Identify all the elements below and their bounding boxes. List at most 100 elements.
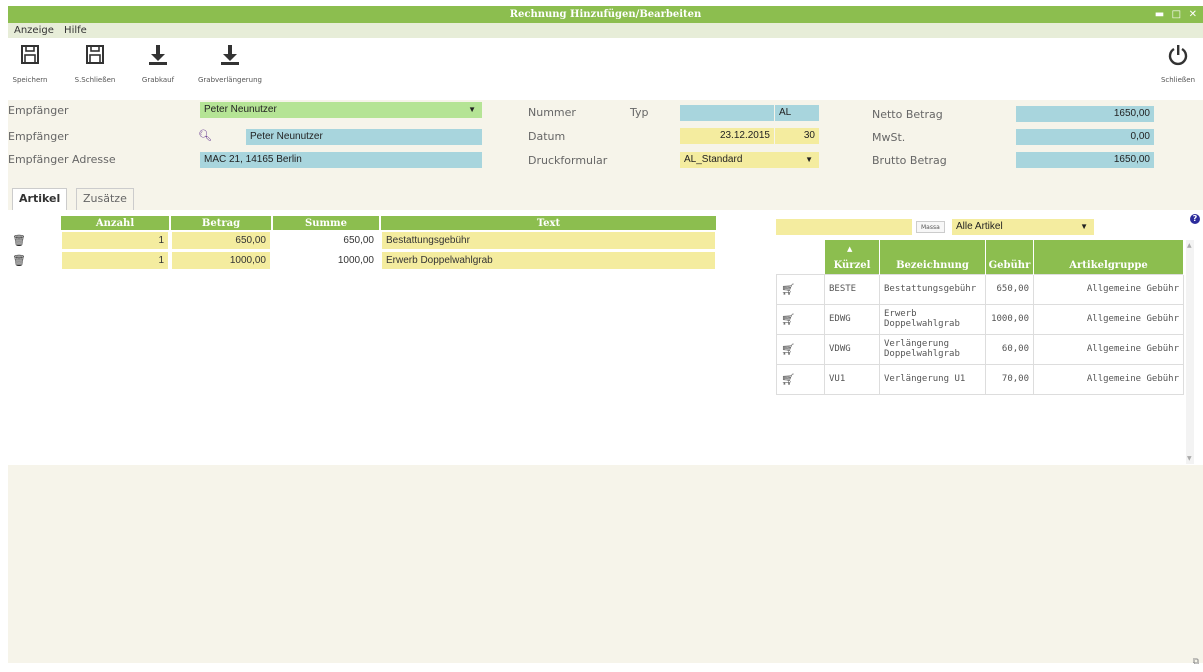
- col-betrag: Betrag: [170, 216, 273, 230]
- positions-table: Anzahl Betrag Summe Text 🗑︎ 1 650,00 650,00…: [8, 216, 718, 270]
- col-kuerzel-label: Kürzel: [833, 259, 871, 271]
- typ-field[interactable]: AL: [775, 105, 819, 121]
- chevron-down-icon: ▼: [1080, 222, 1088, 231]
- article-row[interactable]: 🛒︎ VU1 Verlängerung U1 70,00 Allgemeine Gebü…: [776, 363, 1184, 395]
- download-icon: [194, 44, 266, 70]
- save-close-label: S.Schließen: [74, 76, 116, 84]
- chevron-down-icon: ▼: [805, 155, 813, 164]
- druckformular-select[interactable]: AL_Standard ▼: [680, 152, 819, 168]
- artikel-panel: Anzahl Betrag Summe Text 🗑︎ 1 650,00 650,00…: [8, 210, 1203, 465]
- text-input[interactable]: Erwerb Doppelwahlgrab: [382, 251, 715, 269]
- datum-field[interactable]: 23.12.2015: [680, 128, 774, 144]
- close-button[interactable]: Schließen: [1158, 44, 1198, 84]
- scroll-up-icon[interactable]: ▲: [1187, 242, 1192, 249]
- brutto-field: 1650,00: [1016, 152, 1154, 168]
- adresse-field[interactable]: MAC 21, 14165 Berlin: [200, 152, 482, 168]
- save-close-button[interactable]: S.Schließen: [72, 44, 118, 84]
- grabkauf-label: Grabkauf: [141, 76, 175, 84]
- window-controls[interactable]: ▬ □ ✕: [1155, 6, 1199, 23]
- col-gebuehr[interactable]: Gebühr: [985, 240, 1034, 274]
- article-table-scrollbar[interactable]: ▲ ▼: [1186, 240, 1194, 464]
- cart-icon[interactable]: 🛒︎: [781, 313, 795, 326]
- empfaenger-select-value: Peter Neunutzer: [204, 104, 277, 115]
- cart-icon[interactable]: 🛒︎: [781, 343, 795, 356]
- anzahl-input[interactable]: 1: [62, 231, 168, 249]
- typ-value: AL: [779, 107, 792, 118]
- window-titlebar: Rechnung Hinzufügen/Bearbeiten ▬ □ ✕: [8, 6, 1203, 23]
- menu-anzeige[interactable]: Anzeige: [14, 25, 54, 36]
- article-filter-select[interactable]: Alle Artikel ▼: [952, 219, 1094, 235]
- summe-value: 650,00: [274, 231, 378, 249]
- chevron-down-icon: ▼: [468, 105, 476, 114]
- nummer-field[interactable]: [680, 105, 774, 121]
- bezeichnung-cell: Verlängerung U1: [879, 363, 986, 395]
- brutto-label: Brutto Betrag: [872, 154, 947, 167]
- grabverlaengerung-button[interactable]: Grabverlängerung: [194, 44, 266, 84]
- help-icon[interactable]: ?: [1190, 214, 1200, 224]
- betrag-input[interactable]: 650,00: [172, 231, 270, 249]
- netto-value: 1650,00: [1113, 108, 1150, 119]
- resize-grip-icon[interactable]: ⧉: [1193, 657, 1199, 667]
- zahlungsziel-field[interactable]: 30: [775, 128, 819, 144]
- sort-up-icon: ▲: [847, 244, 853, 253]
- datum-label: Datum: [528, 130, 566, 143]
- article-row[interactable]: 🛒︎ VDWG Verlängerung Doppelwahlgrab 60,00 Al…: [776, 333, 1184, 365]
- cart-column-header: [776, 240, 825, 275]
- mwst-field: 0,00: [1016, 129, 1154, 145]
- gruppe-cell: Allgemeine Gebühr: [1033, 363, 1184, 395]
- empty-area: [8, 465, 1203, 663]
- grabkauf-button[interactable]: Grabkauf: [140, 44, 176, 84]
- adresse-label: Empfänger Adresse: [8, 153, 116, 166]
- article-search-button[interactable]: Massa: [916, 221, 945, 233]
- article-filter-value: Alle Artikel: [956, 221, 1003, 232]
- article-row[interactable]: 🛒︎ EDWG Erwerb Doppelwahlgrab 1000,00 Allgem…: [776, 303, 1184, 335]
- menu-hilfe[interactable]: Hilfe: [64, 25, 87, 36]
- col-summe: Summe: [272, 216, 381, 230]
- col-kuerzel[interactable]: ▲ Kürzel: [824, 240, 880, 274]
- empfaenger-select[interactable]: Peter Neunutzer ▼: [200, 102, 482, 118]
- typ-label: Typ: [630, 106, 649, 119]
- close-label: Schließen: [1160, 76, 1196, 84]
- search-icon[interactable]: 🔍︎: [198, 129, 212, 142]
- kuerzel-cell: EDWG: [824, 303, 880, 335]
- empfaenger-search-field[interactable]: Peter Neunutzer: [246, 129, 482, 145]
- zahlungsziel-value: 30: [803, 130, 815, 141]
- scroll-down-icon[interactable]: ▼: [1187, 455, 1192, 462]
- tab-zusaetze[interactable]: Zusätze: [76, 188, 134, 210]
- cart-icon[interactable]: 🛒︎: [781, 373, 795, 386]
- gebuehr-cell: 1000,00: [985, 303, 1034, 335]
- gebuehr-cell: 60,00: [985, 333, 1034, 365]
- empfaenger-label: Empfänger: [8, 104, 69, 117]
- druckformular-value: AL_Standard: [684, 154, 743, 165]
- bezeichnung-cell: Verlängerung Doppelwahlgrab: [879, 333, 986, 365]
- trash-icon[interactable]: 🗑︎: [12, 255, 26, 267]
- grabverlaengerung-label: Grabverlängerung: [198, 76, 262, 84]
- article-search-input[interactable]: [776, 219, 912, 235]
- download-icon: [140, 44, 176, 70]
- druckformular-label: Druckformular: [528, 154, 608, 167]
- toolbar: Speichern S.Schließen Grabkauf Grabverlä…: [8, 38, 1203, 98]
- trash-icon[interactable]: 🗑︎: [12, 235, 26, 247]
- datum-value: 23.12.2015: [719, 130, 770, 141]
- tab-bar: Artikel Zusätze: [8, 176, 1203, 212]
- col-bezeichnung[interactable]: Bezeichnung: [879, 240, 986, 274]
- tab-artikel[interactable]: Artikel: [12, 188, 68, 210]
- kuerzel-cell: VDWG: [824, 333, 880, 365]
- save-button[interactable]: Speichern: [10, 44, 50, 84]
- brutto-value: 1650,00: [1113, 154, 1150, 165]
- text-input[interactable]: Bestattungsgebühr: [382, 231, 715, 249]
- power-icon: [1158, 44, 1198, 70]
- anzahl-input[interactable]: 1: [62, 251, 168, 269]
- empfaenger-search-value: Peter Neunutzer: [250, 131, 323, 142]
- article-catalog-panel: Massa Alle Artikel ▼ ? ▲ Kürzel Bezeichn…: [776, 210, 1203, 465]
- betrag-input[interactable]: 1000,00: [172, 251, 270, 269]
- mwst-label: MwSt.: [872, 131, 906, 144]
- article-row[interactable]: 🛒︎ BESTE Bestattungsgebühr 650,00 Allgemeine…: [776, 273, 1184, 305]
- gruppe-cell: Allgemeine Gebühr: [1033, 303, 1184, 335]
- empfaenger2-label: Empfänger: [8, 130, 69, 143]
- col-artikelgruppe[interactable]: Artikelgruppe: [1033, 240, 1184, 274]
- gebuehr-cell: 650,00: [985, 273, 1034, 305]
- adresse-value: MAC 21, 14165 Berlin: [204, 154, 302, 165]
- gebuehr-cell: 70,00: [985, 363, 1034, 395]
- cart-icon[interactable]: 🛒︎: [781, 283, 795, 296]
